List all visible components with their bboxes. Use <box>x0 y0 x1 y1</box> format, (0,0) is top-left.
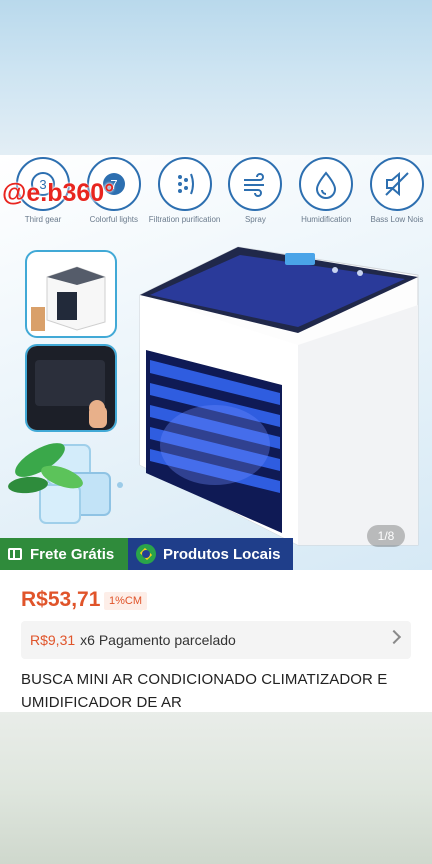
blurred-background-bottom <box>0 712 432 864</box>
water-drop-icon <box>299 157 354 211</box>
product-title: BUSCA MINI AR CONDICIONADO CLIMATIZADOR … <box>21 671 388 711</box>
feature-humidification: Humidification <box>293 157 359 227</box>
feature-filtration: Filtration purification <box>148 157 221 227</box>
chevron-right-icon <box>386 629 402 645</box>
watermark-text: @e.b360° <box>2 179 115 207</box>
feature-label: Colorful lights <box>89 215 139 224</box>
feature-spray: Spray <box>222 157 288 227</box>
filter-icon <box>157 157 212 211</box>
ticket-icon <box>8 548 22 560</box>
free-shipping-label: Frete Grátis <box>30 545 115 563</box>
feature-label: Bass Low Nois <box>370 215 424 224</box>
installment-row[interactable]: R$9,31 x6 Pagamento parcelado <box>21 621 411 659</box>
installment-price: R$9,31 <box>30 632 76 648</box>
cashback-badge: 1%CM <box>104 592 148 610</box>
free-shipping-badge: Frete Grátis <box>0 538 128 570</box>
feature-label: Humidification <box>301 215 352 224</box>
local-products-badge: Produtos Locais <box>128 538 293 570</box>
local-products-label: Produtos Locais <box>163 545 281 563</box>
mute-speaker-icon <box>369 157 424 211</box>
product-image-gallery[interactable]: 3 Third gear 7 Colorful lights Filtratio… <box>0 155 432 570</box>
feature-label: Filtration purification <box>148 215 221 224</box>
product-price: R$53,71 <box>21 588 101 611</box>
thumbnail-device[interactable] <box>25 250 117 338</box>
feature-low-noise: Bass Low Nois <box>364 157 430 227</box>
image-counter: 1/8 <box>367 525 405 547</box>
spray-icon <box>228 157 283 211</box>
feature-label: Spray <box>244 215 266 224</box>
product-card: 3 Third gear 7 Colorful lights Filtratio… <box>0 155 432 712</box>
thumbnail-control-panel[interactable] <box>25 344 117 432</box>
brazil-flag-icon <box>136 544 156 564</box>
installment-text: x6 Pagamento parcelado <box>80 632 236 648</box>
blurred-background-top <box>0 0 432 155</box>
feature-label: Third gear <box>24 215 62 224</box>
